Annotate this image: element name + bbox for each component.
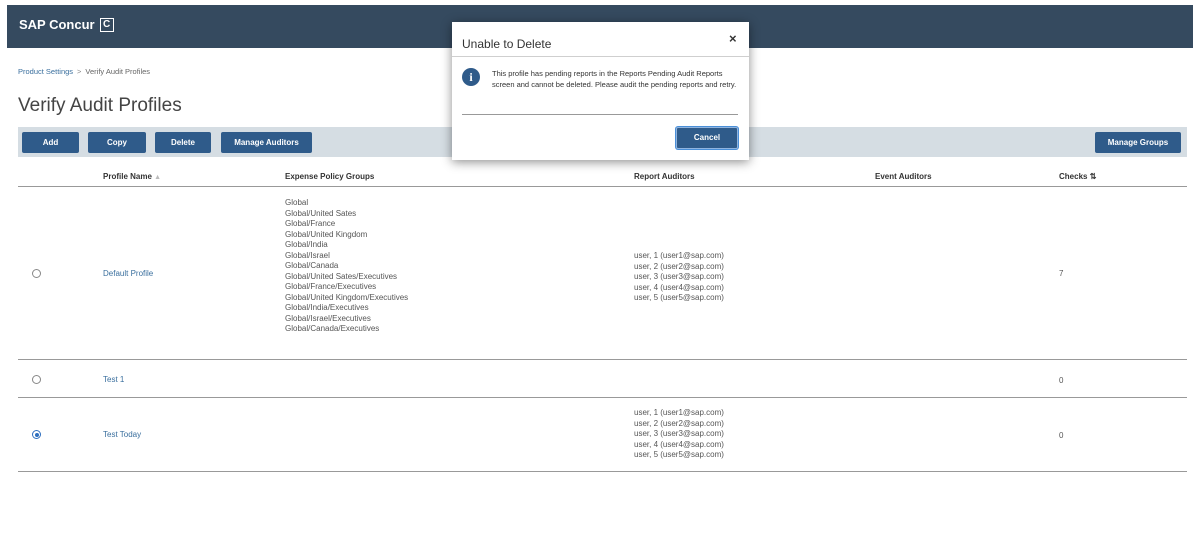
auditor-item: user, 1 (user1@sap.com) [634,251,724,260]
column-header-event-auditors: Event Auditors [875,172,932,181]
group-item: Global/Canada [285,261,339,270]
sap-concur-logo[interactable]: SAP Concur C [19,17,114,32]
expense-policy-groups-list: Global Global/United Sates Global/France… [285,198,408,335]
checks-count: 0 [1059,376,1064,385]
auditor-item: user, 4 (user4@sap.com) [634,439,724,449]
report-auditors-list: user, 1 (user1@sap.com) user, 2 (user2@s… [634,408,724,461]
row-select-radio[interactable] [32,375,41,384]
delete-button[interactable]: Delete [155,132,211,153]
column-header-report-auditors: Report Auditors [634,172,695,181]
auditor-item: user, 4 (user4@sap.com) [634,282,724,292]
group-item: Global/United Kingdom [285,229,368,239]
manage-groups-button[interactable]: Manage Groups [1095,132,1181,153]
checks-count: 0 [1059,431,1064,440]
breadcrumb-separator: > [77,67,82,76]
info-icon: i [462,68,480,86]
concur-logo-icon: C [99,17,114,32]
auditor-item: user, 3 (user3@sap.com) [634,429,724,438]
row-select-radio[interactable] [32,269,41,278]
manage-auditors-button[interactable]: Manage Auditors [221,132,312,153]
group-item: Global/United Sates [285,208,357,218]
group-item: Global/Israel/Executives [285,313,371,323]
auditor-item: user, 2 (user2@sap.com) [634,418,724,428]
checks-count: 7 [1059,269,1064,278]
dialog-divider [452,56,749,57]
table-header: Profile Name ▲ Expense Policy Groups Rep… [18,165,1187,187]
group-item: Global/France/Executives [285,282,377,291]
report-auditors-list: user, 1 (user1@sap.com) user, 2 (user2@s… [634,251,724,304]
group-item: Global/United Kingdom/Executives [285,292,409,302]
group-item: Global/India [285,240,328,249]
profile-name-link[interactable]: Default Profile [103,269,153,278]
breadcrumb-product-settings[interactable]: Product Settings [18,67,73,76]
auditor-item: user, 3 (user3@sap.com) [634,272,724,281]
copy-button[interactable]: Copy [88,132,146,153]
close-icon[interactable]: × [729,31,737,46]
dialog-divider [462,114,738,115]
column-header-profile-name[interactable]: Profile Name ▲ [103,172,161,181]
group-item: Global/United Sates/Executives [285,271,398,281]
table-row[interactable]: Test 1 0 [18,361,1187,398]
column-header-checks[interactable]: Checks ⇅ [1059,172,1096,181]
auditor-item: user, 2 (user2@sap.com) [634,261,724,271]
auditor-item: user, 5 (user5@sap.com) [634,293,724,302]
profile-name-link[interactable]: Test 1 [103,375,124,384]
group-item: Global/Israel [285,250,330,260]
page-title: Verify Audit Profiles [18,95,182,116]
auditor-item: user, 5 (user5@sap.com) [634,450,724,459]
group-item: Global/France [285,219,336,228]
sort-asc-icon: ▲ [154,174,162,181]
breadcrumb-current: Verify Audit Profiles [85,67,151,76]
auditor-item: user, 1 (user1@sap.com) [634,408,724,417]
brand-name: SAP Concur [19,17,95,32]
sort-toggle-icon: ⇅ [1089,172,1097,181]
breadcrumb: Product Settings > Verify Audit Profiles [18,67,150,76]
unable-to-delete-dialog: Unable to Delete × i This profile has pe… [452,22,749,160]
dialog-title: Unable to Delete [462,37,552,51]
table-row[interactable]: Default Profile Global Global/United Sat… [18,188,1187,360]
profile-name-link[interactable]: Test Today [103,430,141,439]
add-button[interactable]: Add [22,132,79,153]
dialog-message: This profile has pending reports in the … [492,69,737,89]
group-item: Global [285,198,309,207]
group-item: Global/India/Executives [285,303,369,312]
cancel-button[interactable]: Cancel [676,127,738,149]
group-item: Global/Canada/Executives [285,324,380,333]
table-row[interactable]: Test Today user, 1 (user1@sap.com) user,… [18,399,1187,472]
row-select-radio-selected[interactable] [32,430,41,439]
column-header-expense-policy-groups: Expense Policy Groups [285,172,375,181]
